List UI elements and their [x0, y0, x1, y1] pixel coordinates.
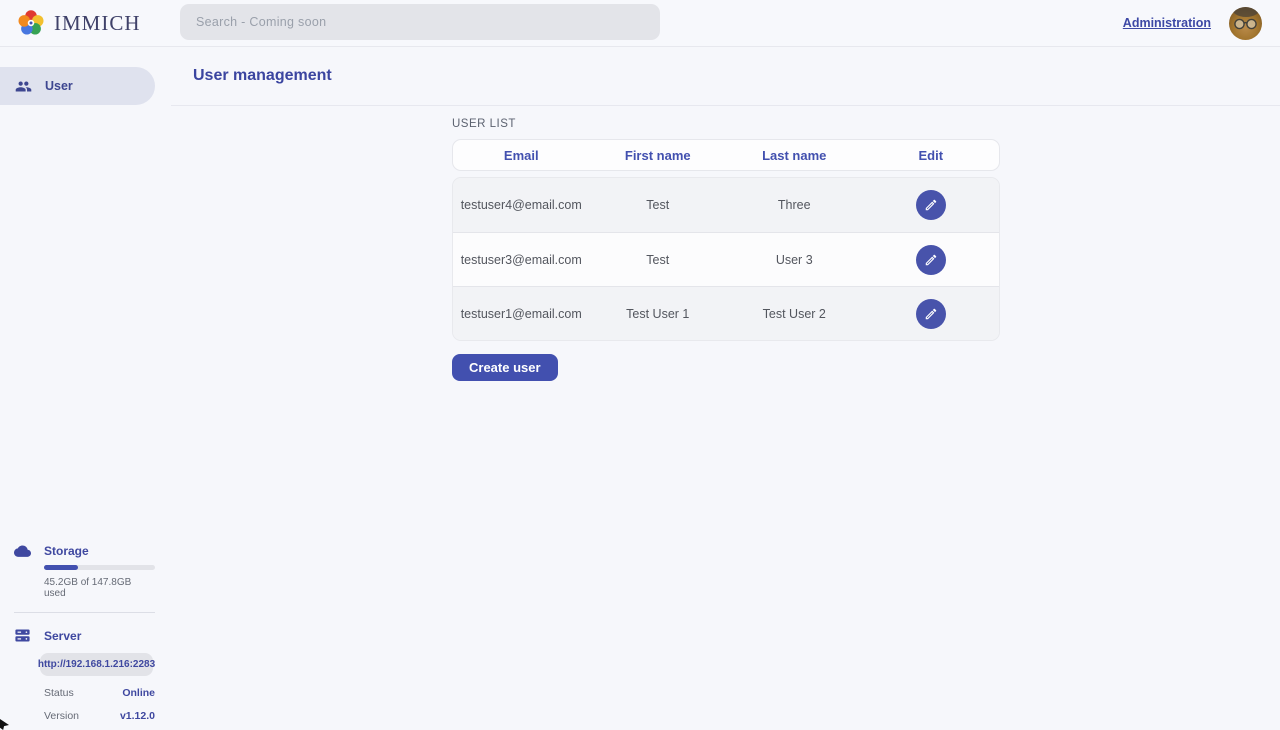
brand[interactable]: IMMICH — [16, 8, 141, 38]
storage-progress-fill — [44, 565, 78, 570]
cell-first-name: Test — [590, 198, 727, 212]
table-row: testuser3@email.com Test User 3 — [453, 232, 999, 286]
sidebar-divider — [14, 612, 155, 613]
sidebar-status-panel: Storage 45.2GB of 147.8GB used — [0, 544, 171, 722]
pencil-icon — [924, 253, 938, 267]
server-icon — [14, 627, 31, 644]
page-title: User management — [193, 67, 332, 85]
storage-progress-track — [44, 565, 155, 570]
pencil-icon — [924, 307, 938, 321]
user-list-label: USER LIST — [452, 118, 1280, 130]
sidebar-item-user[interactable]: User — [0, 67, 155, 105]
storage-usage-text: 45.2GB of 147.8GB used — [44, 577, 155, 599]
sidebar: User Storage 45.2GB of 147.8GB used — [0, 47, 171, 730]
cell-edit — [863, 299, 1000, 329]
cell-first-name: Test — [590, 253, 727, 267]
cell-email: testuser3@email.com — [453, 253, 590, 267]
create-user-button[interactable]: Create user — [452, 354, 558, 381]
edit-user-button[interactable] — [916, 245, 946, 275]
cell-first-name: Test User 1 — [590, 307, 727, 321]
column-header-first-name: First name — [590, 148, 727, 163]
cell-edit — [863, 190, 1000, 220]
status-label: Status — [44, 687, 74, 699]
table-body: testuser4@email.com Test Three testuser3… — [452, 177, 1000, 341]
table-header-row: Email First name Last name Edit — [452, 139, 1000, 171]
immich-logo-icon — [16, 8, 46, 38]
column-header-email: Email — [453, 148, 590, 163]
version-value: v1.12.0 — [120, 710, 155, 722]
edit-user-button[interactable] — [916, 299, 946, 329]
user-table: Email First name Last name Edit testuser… — [452, 139, 1000, 341]
glasses-icon — [1233, 18, 1258, 30]
table-row: testuser4@email.com Test Three — [453, 178, 999, 232]
cell-email: testuser1@email.com — [453, 307, 590, 321]
column-header-last-name: Last name — [726, 148, 863, 163]
page-header: User management — [171, 47, 1280, 106]
main-content: User management USER LIST Email First na… — [171, 47, 1280, 730]
column-header-edit: Edit — [863, 148, 1000, 163]
sidebar-item-label: User — [45, 79, 73, 93]
status-value: Online — [122, 687, 155, 699]
pencil-icon — [924, 198, 938, 212]
brand-name: IMMICH — [54, 11, 141, 36]
cell-last-name: Test User 2 — [726, 307, 863, 321]
table-row: testuser1@email.com Test User 1 Test Use… — [453, 286, 999, 340]
server-version-row: Version v1.12.0 — [44, 710, 155, 722]
server-status-row: Status Online — [44, 687, 155, 699]
search-input[interactable] — [180, 4, 660, 40]
user-avatar[interactable] — [1229, 7, 1262, 40]
version-label: Version — [44, 710, 79, 722]
administration-link[interactable]: Administration — [1123, 16, 1211, 30]
cell-last-name: User 3 — [726, 253, 863, 267]
edit-user-button[interactable] — [916, 190, 946, 220]
storage-title: Storage — [44, 544, 89, 558]
cell-edit — [863, 245, 1000, 275]
cloud-icon — [14, 545, 31, 558]
server-title: Server — [44, 629, 81, 643]
cell-last-name: Three — [726, 198, 863, 212]
top-bar: IMMICH Administration — [0, 0, 1280, 47]
server-url-badge: http://192.168.1.216:2283 — [40, 653, 153, 676]
user-group-icon — [15, 78, 32, 95]
cell-email: testuser4@email.com — [453, 198, 590, 212]
